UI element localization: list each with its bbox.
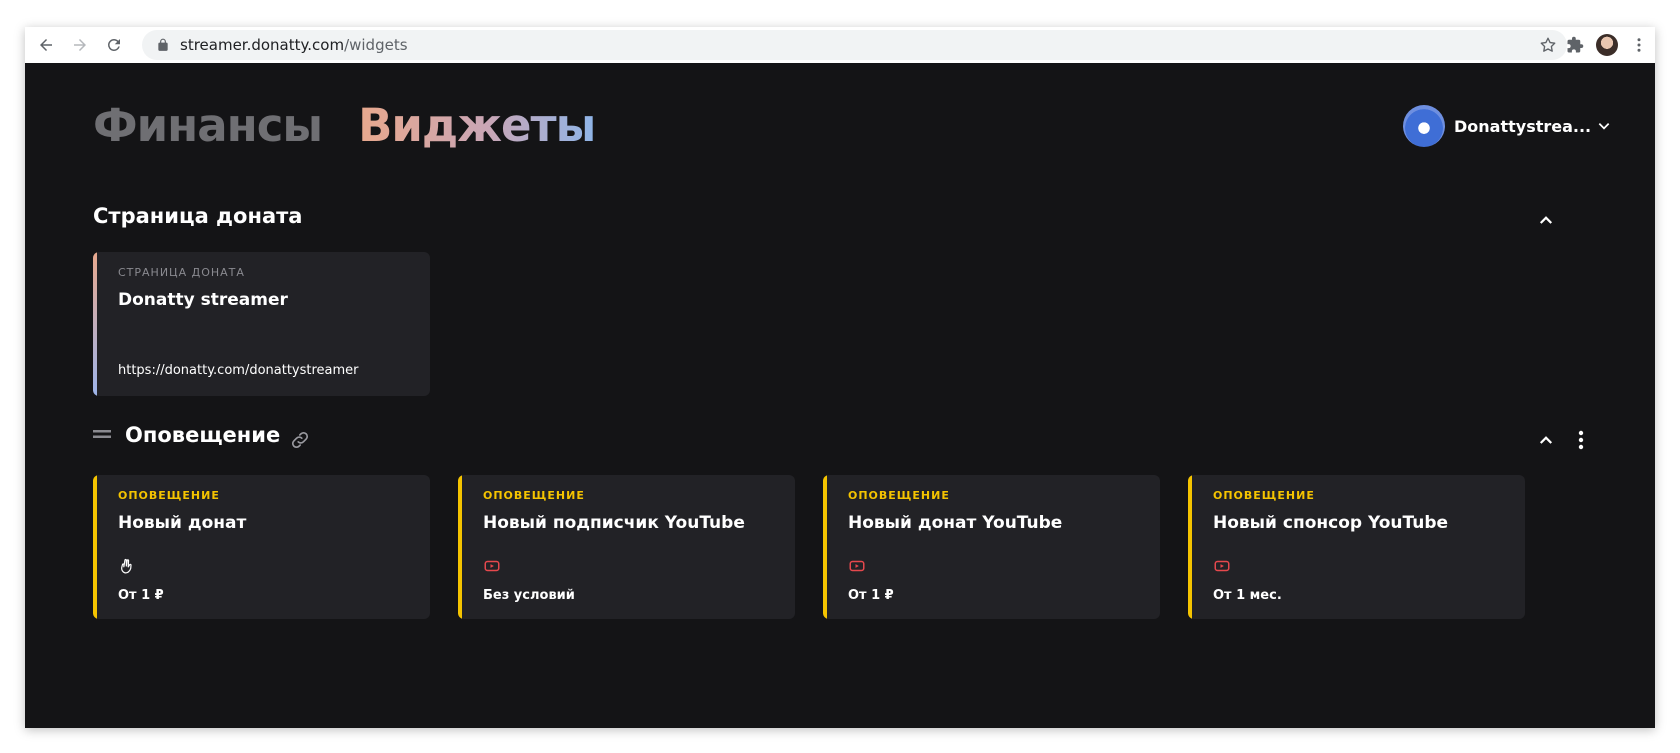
- browser-toolbar: streamer.donatty.com/widgets: [25, 27, 1655, 63]
- arrow-right-icon: [74, 39, 86, 51]
- tab-finance[interactable]: Финансы: [93, 99, 323, 152]
- page-content: Финансы Виджеты Donattystrea... Страница…: [25, 63, 1655, 728]
- card-eyebrow: ОПОВЕЩЕНИЕ: [848, 489, 950, 502]
- card-accent-bar: [93, 475, 97, 619]
- card-title: Новый донат YouTube: [848, 513, 1063, 533]
- card-accent-bar: [823, 475, 827, 619]
- reload-icon: [107, 39, 120, 51]
- donation-page-card[interactable]: СТРАНИЦА ДОНАТА Donatty streamer https:/…: [93, 252, 430, 396]
- donation-page-link[interactable]: https://donatty.com/donattystreamer: [118, 363, 359, 378]
- arrow-left-icon: [40, 39, 52, 51]
- card-eyebrow: СТРАНИЦА ДОНАТА: [118, 266, 245, 279]
- card-accent-bar: [93, 252, 97, 396]
- card-eyebrow: ОПОВЕЩЕНИЕ: [483, 489, 585, 502]
- chevron-down-icon: [1598, 123, 1610, 130]
- url-text: streamer.donatty.com/widgets: [180, 36, 408, 54]
- chevron-up-icon[interactable]: [1537, 211, 1555, 229]
- youtube-icon: [849, 560, 865, 572]
- main-nav: Финансы Виджеты: [93, 99, 596, 152]
- donatty-hand-icon: [121, 558, 132, 574]
- profile-avatar: [1596, 34, 1618, 56]
- browser-window: streamer.donatty.com/widgets Финансы Вид…: [25, 27, 1655, 728]
- card-condition: От 1 ₽: [848, 588, 894, 603]
- url-host: streamer.donatty.com: [180, 36, 345, 54]
- address-bar[interactable]: streamer.donatty.com/widgets: [142, 30, 1567, 60]
- lock-icon: [158, 38, 168, 51]
- card-condition: От 1 ₽: [118, 588, 164, 603]
- card-accent-bar: [1188, 475, 1192, 619]
- extensions-button[interactable]: [1559, 29, 1591, 61]
- user-name: Donattystrea...: [1454, 116, 1592, 136]
- avatar: [1403, 105, 1445, 147]
- card-eyebrow: ОПОВЕЩЕНИЕ: [118, 489, 220, 502]
- youtube-icon: [1214, 560, 1230, 572]
- back-button[interactable]: [33, 32, 59, 58]
- tab-widgets[interactable]: Виджеты: [358, 99, 596, 152]
- alert-card-new-youtube-sponsor[interactable]: ОПОВЕЩЕНИЕ Новый спонсор YouTube От 1 ме…: [1188, 475, 1525, 619]
- profile-button[interactable]: [1591, 29, 1623, 61]
- section-title-donation-page: Страница доната: [93, 204, 303, 228]
- alert-card-new-youtube-donation[interactable]: ОПОВЕЩЕНИЕ Новый донат YouTube От 1 ₽: [823, 475, 1160, 619]
- url-path: /widgets: [344, 36, 408, 54]
- card-title: Donatty streamer: [118, 290, 288, 310]
- user-menu[interactable]: Donattystrea...: [1403, 105, 1611, 147]
- bookmark-star-icon[interactable]: [1539, 36, 1557, 54]
- card-title: Новый подписчик YouTube: [483, 513, 745, 533]
- alert-card-new-donation[interactable]: ОПОВЕЩЕНИЕ Новый донат От 1 ₽: [93, 475, 430, 619]
- puzzle-icon: [1567, 36, 1584, 53]
- card-title: Новый донат: [118, 513, 247, 533]
- chevron-up-icon[interactable]: [1537, 431, 1555, 449]
- kebab-menu-icon: [1637, 38, 1641, 52]
- section-menu-icon[interactable]: [1572, 429, 1590, 451]
- card-title: Новый спонсор YouTube: [1213, 513, 1449, 533]
- card-condition: Без условий: [483, 588, 575, 603]
- youtube-icon: [484, 560, 500, 572]
- drag-handle-icon[interactable]: [93, 428, 111, 440]
- browser-menu-button[interactable]: [1623, 29, 1655, 61]
- card-condition: От 1 мес.: [1213, 588, 1282, 603]
- section-title-alerts: Оповещение: [125, 423, 281, 447]
- reload-button[interactable]: [101, 32, 127, 58]
- forward-button[interactable]: [67, 32, 93, 58]
- link-icon[interactable]: [289, 429, 311, 451]
- alert-card-new-youtube-subscriber[interactable]: ОПОВЕЩЕНИЕ Новый подписчик YouTube Без у…: [458, 475, 795, 619]
- toolbar-actions: [1559, 27, 1655, 63]
- card-eyebrow: ОПОВЕЩЕНИЕ: [1213, 489, 1315, 502]
- card-accent-bar: [458, 475, 462, 619]
